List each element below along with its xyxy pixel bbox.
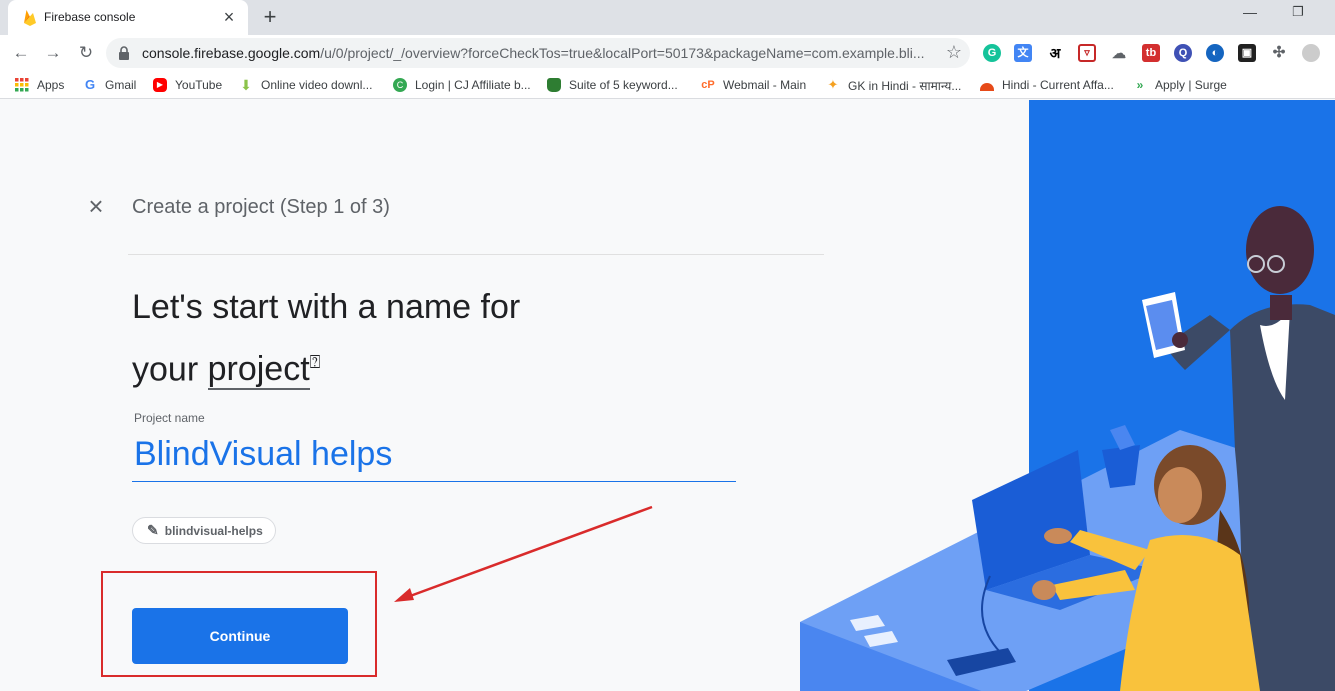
project-help-link[interactable]: project: [207, 350, 310, 391]
apps-grid-icon: [15, 78, 29, 92]
tab-strip: Firebase console × + — ❐: [0, 0, 1335, 35]
bookmarks-bar: Apps G Gmail ▶ YouTube ⬇ Online video do…: [0, 71, 1335, 99]
bookmark-label: Webmail - Main: [723, 78, 807, 92]
bookmark-label: Apply | Surge: [1155, 78, 1227, 92]
sunrise-icon: [980, 83, 994, 91]
bookmark-label: Gmail: [105, 78, 137, 92]
globe-extension-icon[interactable]: ◐: [1206, 44, 1224, 62]
bookmark-current-affairs[interactable]: Hindi - Current Affa...: [980, 76, 1114, 94]
project-id-chip[interactable]: ✎ blindvisual-helps: [132, 517, 276, 544]
bookmark-gmail[interactable]: G Gmail: [83, 76, 136, 94]
annotation-arrow: [394, 505, 653, 602]
close-icon[interactable]: ×: [85, 193, 107, 219]
database-icon: [547, 78, 561, 92]
youtube-icon: ▶: [153, 78, 167, 92]
puzzle-extensions-icon[interactable]: ✣: [1270, 44, 1288, 62]
browser-tab[interactable]: Firebase console ×: [8, 0, 248, 35]
hindi-extension-icon[interactable]: अ: [1046, 44, 1064, 62]
bookmark-label: Apps: [37, 78, 65, 92]
project-name-input[interactable]: [132, 428, 736, 482]
bookmark-gk-hindi[interactable]: ✦ GK in Hindi - सामान्य...: [826, 76, 962, 94]
profile-avatar[interactable]: [1302, 44, 1320, 62]
address-bar[interactable]: console.firebase.google.com/u/0/project/…: [106, 38, 970, 68]
page-heading: Let's start with a name for your project…: [132, 280, 692, 397]
cj-icon: C: [393, 78, 407, 92]
continue-button[interactable]: Continue: [132, 608, 348, 664]
heading-line-2: your: [132, 350, 199, 389]
forward-arrow-icon[interactable]: →: [40, 40, 66, 66]
project-id-text: blindvisual-helps: [164, 523, 263, 538]
download-arrow-icon: ⬇: [240, 77, 252, 93]
bookmark-cj-affiliate[interactable]: C Login | CJ Affiliate b...: [393, 76, 531, 94]
bookmark-label: YouTube: [175, 78, 223, 92]
minimize-window-icon[interactable]: —: [1240, 4, 1260, 24]
cpanel-icon: cP: [701, 79, 715, 91]
tb-extension-icon[interactable]: tb: [1142, 44, 1160, 62]
translate-extension-icon[interactable]: 文: [1014, 44, 1032, 62]
firebase-icon: [24, 10, 36, 26]
grammarly-extension-icon[interactable]: G: [983, 44, 1001, 62]
bookmark-video-downloader[interactable]: ⬇ Online video downl...: [239, 76, 372, 94]
tab-title: Firebase console: [44, 10, 136, 24]
edit-pencil-icon: ✎: [147, 522, 159, 538]
bookmark-youtube[interactable]: ▶ YouTube: [153, 76, 222, 94]
person-icon: ✦: [827, 77, 839, 92]
cloud-extension-icon[interactable]: ☁: [1110, 44, 1128, 62]
search-extension-icon[interactable]: Q: [1174, 44, 1192, 62]
bookmark-label: GK in Hindi - सामान्य...: [848, 78, 962, 93]
reload-icon[interactable]: ↻: [73, 40, 99, 66]
bookmark-keyword-suite[interactable]: Suite of 5 keyword...: [547, 76, 678, 94]
help-circle-icon[interactable]: ⍰: [310, 352, 321, 372]
url-host: console.firebase.google.com: [142, 45, 321, 61]
bookmark-star-icon[interactable]: ☆: [946, 42, 962, 63]
url-text: console.firebase.google.com/u/0/project/…: [142, 45, 932, 61]
divider: [128, 254, 824, 255]
google-icon: G: [84, 77, 96, 92]
chevrons-icon: »: [1136, 78, 1144, 92]
bookmark-surge[interactable]: » Apply | Surge: [1133, 76, 1227, 94]
new-tab-button[interactable]: +: [258, 5, 282, 29]
project-name-label: Project name: [134, 411, 205, 425]
url-path: /u/0/project/_/overview?forceCheckTos=tr…: [320, 45, 925, 61]
tab-close-icon[interactable]: ×: [220, 8, 238, 26]
bookmark-apps[interactable]: Apps: [15, 76, 64, 94]
bookmark-label: Hindi - Current Affa...: [1002, 78, 1114, 92]
restore-window-icon[interactable]: ❐: [1288, 4, 1308, 24]
heading-line-1: Let's start with a name for: [132, 288, 521, 326]
bookmark-webmail[interactable]: cP Webmail - Main: [701, 76, 806, 94]
browser-toolbar: ← → ↻ console.firebase.google.com/u/0/pr…: [0, 35, 1335, 71]
step-title: Create a project (Step 1 of 3): [132, 196, 390, 218]
bookmark-label: Login | CJ Affiliate b...: [415, 78, 531, 92]
bookmark-label: Online video downl...: [261, 78, 373, 92]
bookmark-label: Suite of 5 keyword...: [569, 78, 678, 92]
back-arrow-icon[interactable]: ←: [8, 40, 34, 66]
lock-icon: [119, 46, 129, 60]
firebase-illustration: [800, 100, 1335, 691]
calendar-extension-icon[interactable]: ▿: [1078, 44, 1096, 62]
contacts-extension-icon[interactable]: ▣: [1238, 44, 1256, 62]
